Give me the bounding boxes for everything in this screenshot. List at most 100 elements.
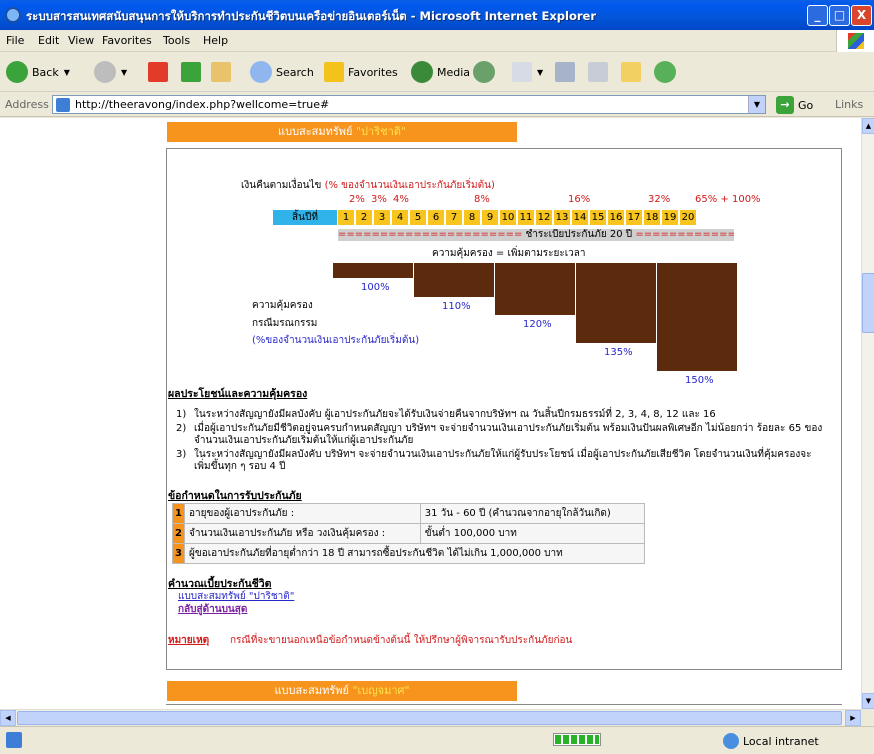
conditions-table: 1 อายุของผู้เอาประกันภัย : 31 วัน - 60 ป… — [172, 503, 646, 564]
mail-icon — [512, 62, 532, 82]
edit-button[interactable] — [588, 59, 608, 85]
year-cell: 4 — [392, 210, 409, 225]
horizontal-scroll-thumb[interactable] — [17, 711, 842, 725]
scroll-left-icon[interactable]: ◀ — [0, 710, 16, 726]
benefits-list: 1) ในระหว่างสัญญายังมีผลบังคับ ผู้เอาประก… — [176, 409, 826, 475]
close-button[interactable]: X — [851, 5, 872, 26]
coverage-step-label: 135% — [604, 346, 633, 358]
refund-percent: 32% — [648, 194, 671, 205]
year-label: สิ้นปีที่ — [273, 210, 337, 225]
progress-fill — [555, 735, 599, 744]
window-title: ระบบสารสนเทศสนับสนุนการให้บริการทำประกัน… — [26, 9, 596, 23]
search-icon — [250, 61, 272, 83]
year-cell: 15 — [590, 210, 607, 225]
benefit-number: 2) — [176, 423, 187, 434]
vertical-scrollbar[interactable]: ▲ ▼ — [861, 118, 874, 709]
refund-percent: 2% — [349, 194, 365, 205]
window-title-bar[interactable]: ระบบสารสนเทศสนับสนุนการให้บริการทำประกัน… — [0, 0, 874, 30]
search-button[interactable]: Search — [250, 59, 314, 85]
scroll-down-icon[interactable]: ▼ — [862, 693, 874, 709]
benefit-item: 1) ในระหว่างสัญญายังมีผลบังคับ ผู้เอาประก… — [176, 409, 826, 421]
refresh-button[interactable] — [181, 59, 201, 85]
minimize-button[interactable]: _ — [807, 5, 828, 26]
year-cell: 12 — [536, 210, 553, 225]
home-button[interactable] — [211, 59, 231, 85]
year-cell: 20 — [680, 210, 697, 225]
page-viewport: แบบสะสมทรัพย์ "ปาริชาติ" เงินคืนตามเงื่อ… — [0, 118, 861, 709]
status-bar: Local intranet — [0, 726, 874, 754]
menu-bar: File Edit View Favorites Tools Help — [0, 30, 874, 52]
coverage-step-label: 120% — [523, 319, 552, 330]
forward-dropdown-icon[interactable]: ▼ — [121, 68, 127, 77]
media-button[interactable]: Media — [411, 59, 470, 85]
page-icon — [56, 98, 70, 112]
menu-view[interactable]: View — [68, 34, 94, 47]
print-icon — [555, 62, 575, 82]
scroll-right-icon[interactable]: ▶ — [845, 710, 861, 726]
address-dropdown-icon[interactable]: ▼ — [748, 96, 765, 113]
address-input[interactable]: http://theeravong/index.php?wellcome=tru… — [52, 95, 766, 114]
refund-caption: เงินคืนตามเงื่อนไข (% ของจำนวนเงินเอาประ… — [241, 178, 495, 193]
messenger-button[interactable] — [654, 59, 676, 85]
windows-logo — [836, 30, 874, 52]
table-row: 3 ผู้ขอเอาประกันภัยที่อายุต่ำกว่า 18 ปี … — [172, 543, 645, 564]
go-arrow-icon: → — [776, 96, 794, 114]
print-button[interactable] — [555, 59, 575, 85]
refresh-icon — [181, 62, 201, 82]
address-url[interactable]: http://theeravong/index.php?wellcome=tru… — [75, 98, 329, 111]
coverage-step-bar — [333, 263, 413, 278]
menu-help[interactable]: Help — [203, 34, 228, 47]
premium-bar-left: ====================== — [338, 229, 523, 240]
go-label: Go — [798, 98, 814, 112]
search-label: Search — [276, 65, 314, 79]
star-icon — [324, 62, 344, 82]
forward-button[interactable]: ▼ — [94, 59, 127, 85]
go-button[interactable]: → Go — [776, 96, 813, 114]
scroll-up-icon[interactable]: ▲ — [862, 118, 874, 134]
year-cell: 10 — [500, 210, 517, 225]
refund-percent: 16% — [568, 194, 591, 205]
coverage-step-label: 100% — [361, 282, 390, 293]
edit-page-icon — [588, 62, 608, 82]
page-status-icon — [6, 732, 22, 748]
coverage-step-label: 110% — [442, 300, 471, 312]
back-to-top-link[interactable]: กลับสู่ด้านบนสุด — [178, 602, 247, 617]
table-row: 1 อายุของผู้เอาประกันภัย : 31 วัน - 60 ป… — [172, 503, 646, 524]
year-cell: 8 — [464, 210, 481, 225]
menu-edit[interactable]: Edit — [38, 34, 59, 47]
forward-arrow-icon — [94, 61, 116, 83]
year-cell: 1 — [338, 210, 355, 225]
premium-bar: ====================== ชำระเบี้ยประกันภั… — [338, 229, 734, 241]
year-cell: 18 — [644, 210, 661, 225]
favorites-button[interactable]: Favorites — [324, 59, 398, 85]
back-dropdown-icon[interactable]: ▼ — [64, 68, 70, 77]
coverage-step-bar — [495, 263, 575, 315]
menu-file[interactable]: File — [6, 34, 24, 47]
year-cell: 9 — [482, 210, 499, 225]
benefit-text: เมื่อผู้เอาประกันภัยมีชีวิตอยู่จนครบกำหน… — [194, 423, 823, 446]
back-button[interactable]: Back ▼ — [6, 59, 70, 85]
horizontal-scrollbar[interactable]: ◀ ▶ — [0, 709, 861, 726]
back-label: Back — [32, 65, 59, 79]
maximize-button[interactable]: □ — [829, 5, 850, 26]
refund-prefix: เงินคืนตามเงื่อนไข — [241, 180, 325, 191]
stop-button[interactable] — [148, 59, 168, 85]
plan1-header: แบบสะสมทรัพย์ "ปาริชาติ" — [167, 122, 517, 142]
plan1-header-prefix: แบบสะสมทรัพย์ — [278, 125, 356, 138]
history-button[interactable] — [473, 59, 495, 85]
stop-icon — [148, 62, 168, 82]
refund-percent: 65% + 100% — [695, 194, 761, 205]
condition-value: ขั้นต่ำ 100,000 บาท — [419, 523, 646, 544]
folder-button[interactable] — [621, 59, 641, 85]
mail-button[interactable]: ▼ — [512, 59, 543, 85]
year-cell: 11 — [518, 210, 535, 225]
menu-favorites[interactable]: Favorites — [102, 34, 152, 47]
note-label: หมายเหตุ — [168, 635, 210, 646]
premium-bar-right: ====================== — [635, 229, 734, 240]
menu-tools[interactable]: Tools — [163, 34, 190, 47]
vertical-scroll-thumb[interactable] — [862, 273, 874, 333]
links-button[interactable]: Links — [835, 98, 863, 111]
mail-dropdown-icon[interactable]: ▼ — [537, 68, 543, 77]
coverage-title: ความคุ้มครอง = เพิ่มตามระยะเวลา — [432, 248, 586, 259]
plan2-header-prefix: แบบสะสมทรัพย์ — [274, 684, 353, 697]
